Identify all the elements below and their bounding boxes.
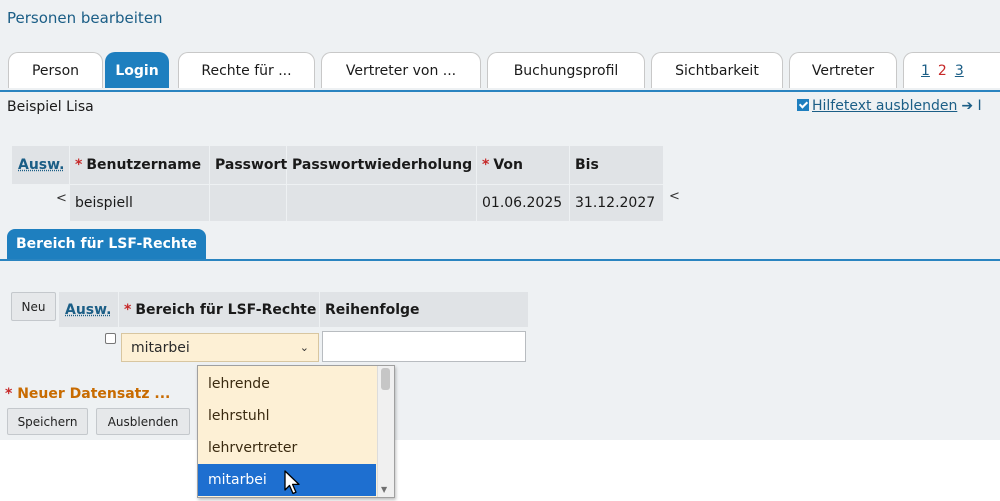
header-von-label: Von [493,157,523,173]
row-collapse-left[interactable]: < [56,191,67,206]
tab-person[interactable]: Person [8,52,103,88]
cell-von[interactable]: 01.06.2025 [477,185,569,221]
section-tab-lsf-rechte[interactable]: Bereich für LSF-Rechte [7,229,206,259]
help-toggle[interactable]: Hilfetext ausblenden ➔ I [797,98,982,114]
arrow-right-icon: ➔ [961,98,974,114]
tab-login[interactable]: Login [105,52,169,88]
lsf-header-ausw[interactable]: Ausw. [59,292,118,327]
ausw-link[interactable]: Ausw. [18,157,65,173]
cell-bis[interactable]: 31.12.2027 [570,185,663,221]
header-von: * Von [477,146,569,184]
new-button[interactable]: Neu [11,292,56,321]
header-reihenfolge: Reihenfolge [320,292,528,327]
required-asterisk: * [75,157,83,173]
header-bereich: * Bereich für LSF-Rechte [119,292,319,327]
required-asterisk: * [124,301,132,318]
chevron-down-icon: ⌄ [299,341,309,354]
bereich-select[interactable]: mitarbei ⌄ [121,333,319,362]
required-asterisk: * [482,157,490,173]
tab-pagination: 1 2 3 [903,52,1000,88]
login-header-ausw[interactable]: Ausw. [12,146,69,184]
header-benutzername-label: Benutzername [86,157,202,173]
dropdown-option[interactable]: lehrvertreter [198,432,376,464]
hide-button[interactable]: Ausblenden [96,408,190,435]
help-next-link[interactable]: I [978,98,982,114]
header-passwortwiederholung: Passwortwiederholung [287,146,476,184]
dropdown-scrollbar[interactable]: ▼ [377,366,394,497]
scrollbar-thumb[interactable] [381,368,390,390]
person-name: Beispiel Lisa [7,99,94,115]
tab-underline [0,90,1000,92]
tab-sichtbarkeit[interactable]: Sichtbarkeit [651,52,783,88]
header-bis: Bis [570,146,663,184]
dropdown-option[interactable]: lehrstuhl [198,400,376,432]
tab-page-2: 2 [937,62,947,79]
help-toggle-label[interactable]: Hilfetext ausblenden [812,98,957,114]
tab-rechte-fuer[interactable]: Rechte für ... [178,52,315,88]
section-underline [0,259,1000,261]
checkbox-checked-icon[interactable] [797,99,809,111]
mouse-cursor-icon [284,470,300,495]
tab-vertreter-von[interactable]: Vertreter von ... [321,52,481,88]
row-select-checkbox[interactable] [105,333,116,344]
scroll-down-icon[interactable]: ▼ [381,485,387,494]
page-title: Personen bearbeiten [7,9,163,27]
dropdown-option[interactable]: lehrende [198,368,376,400]
new-record-text: Neuer Datensatz ... [17,386,171,402]
tab-bar: Person Login Rechte für ... Vertreter vo… [0,52,1000,90]
header-passwort: Passwort [210,146,287,184]
header-benutzername: * Benutzername [70,146,209,184]
reihenfolge-input[interactable] [322,331,526,362]
lsf-ausw-link[interactable]: Ausw. [65,302,112,318]
tab-buchungsprofil[interactable]: Buchungsprofil [487,52,645,88]
tab-vertreter[interactable]: Vertreter [789,52,897,88]
header-bereich-label: Bereich für LSF-Rechte [135,301,317,318]
bereich-select-value: mitarbei [131,339,190,356]
cell-passwortwiederholung[interactable] [287,185,476,221]
row-collapse-right[interactable]: < [669,189,680,204]
cell-benutzername[interactable]: beispiell [70,185,209,221]
tab-page-3[interactable]: 3 [955,63,964,79]
new-record-label: * Neuer Datensatz ... [5,386,171,402]
tab-page-1[interactable]: 1 [921,63,930,79]
save-button[interactable]: Speichern [7,408,88,435]
cell-passwort[interactable] [210,185,286,221]
